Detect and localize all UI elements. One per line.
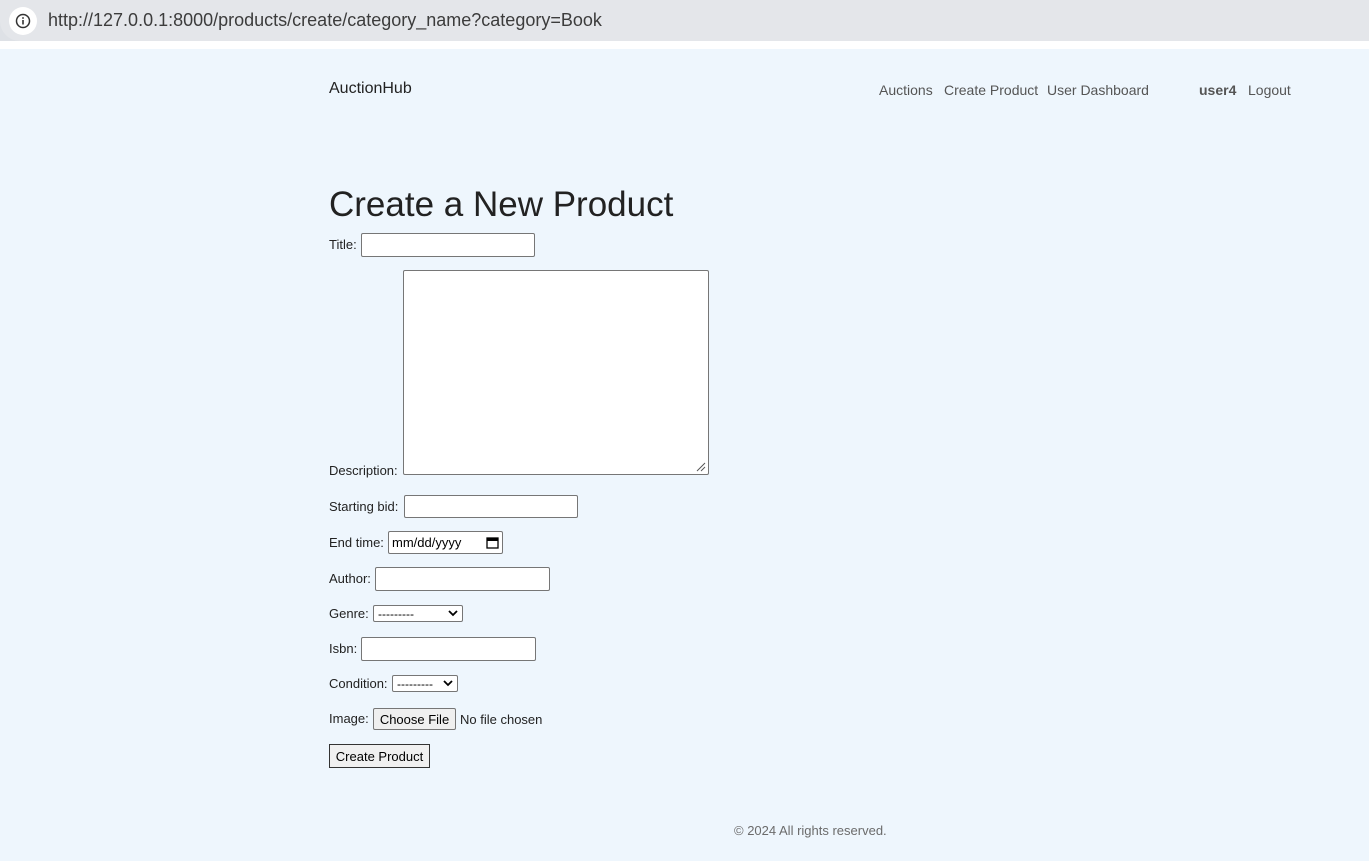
username: user4 bbox=[1199, 82, 1237, 98]
info-icon[interactable] bbox=[9, 7, 37, 35]
description-textarea[interactable] bbox=[403, 270, 709, 475]
calendar-icon[interactable] bbox=[486, 536, 499, 549]
chevron-down-icon bbox=[448, 610, 458, 617]
nav-create-product[interactable]: Create Product bbox=[944, 82, 1038, 98]
starting-bid-input[interactable] bbox=[404, 495, 578, 518]
condition-selected-value: --------- bbox=[397, 676, 433, 691]
genre-select[interactable]: --------- bbox=[373, 605, 463, 622]
end-time-input[interactable]: mm/dd/yyyy bbox=[388, 531, 503, 554]
nav-auctions[interactable]: Auctions bbox=[879, 82, 933, 98]
resize-grip-icon[interactable] bbox=[696, 462, 706, 472]
genre-selected-value: --------- bbox=[378, 606, 414, 621]
choose-file-button[interactable]: Choose File bbox=[373, 708, 456, 730]
author-input[interactable] bbox=[375, 567, 550, 591]
isbn-input[interactable] bbox=[361, 637, 536, 661]
condition-select[interactable]: --------- bbox=[392, 675, 458, 692]
toolbar-divider bbox=[0, 41, 1369, 49]
image-label: Image: bbox=[329, 711, 369, 726]
nav-logout[interactable]: Logout bbox=[1248, 82, 1291, 98]
author-label: Author: bbox=[329, 571, 371, 586]
page-title: Create a New Product bbox=[329, 185, 674, 224]
end-time-label: End time: bbox=[329, 535, 384, 550]
genre-label: Genre: bbox=[329, 606, 369, 621]
isbn-label: Isbn: bbox=[329, 641, 358, 656]
brand-logo[interactable]: AuctionHub bbox=[329, 80, 412, 98]
no-file-chosen-text: No file chosen bbox=[460, 712, 543, 727]
condition-label: Condition: bbox=[329, 676, 388, 691]
starting-bid-label: Starting bid: bbox=[329, 499, 399, 514]
description-label: Description: bbox=[329, 463, 398, 478]
url-text[interactable]: http://127.0.0.1:8000/products/create/ca… bbox=[48, 10, 602, 31]
footer-copyright: © 2024 All rights reserved. bbox=[734, 823, 887, 838]
chevron-down-icon bbox=[443, 680, 453, 687]
nav-user-dashboard[interactable]: User Dashboard bbox=[1047, 82, 1149, 98]
title-label: Title: bbox=[329, 237, 357, 252]
title-input[interactable] bbox=[361, 233, 535, 257]
create-product-button[interactable]: Create Product bbox=[329, 744, 430, 768]
end-time-placeholder: mm/dd/yyyy bbox=[392, 535, 462, 550]
browser-address-bar: http://127.0.0.1:8000/products/create/ca… bbox=[0, 0, 1369, 41]
